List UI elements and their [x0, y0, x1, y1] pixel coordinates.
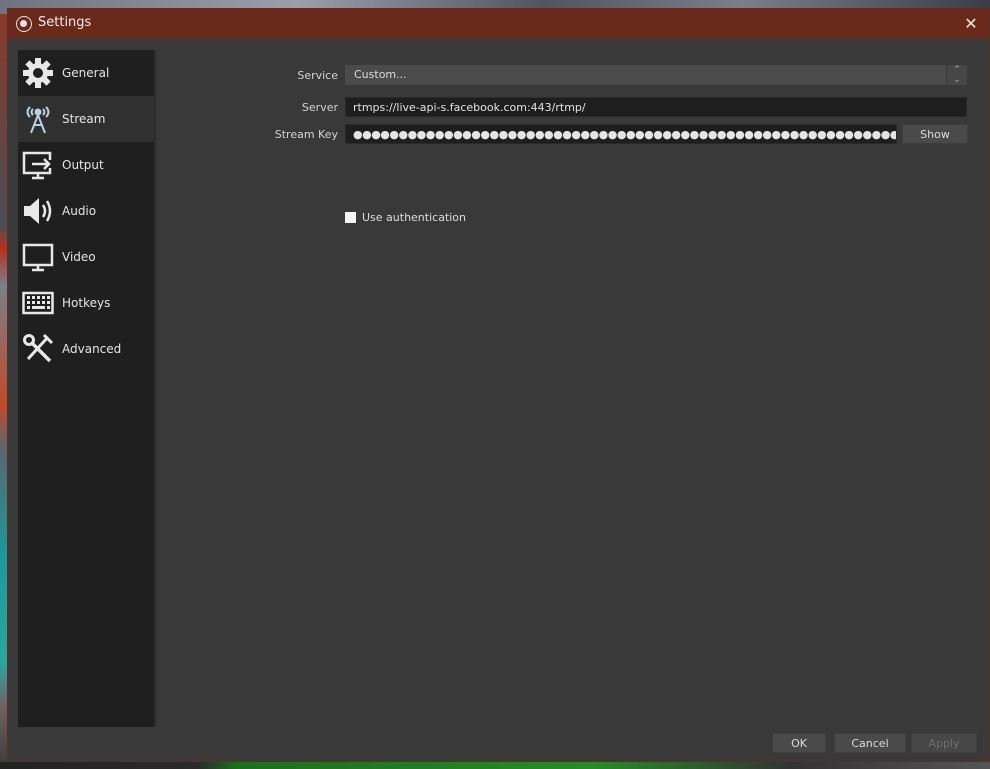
service-label: Service	[297, 69, 338, 82]
close-button[interactable]: ✕	[959, 12, 983, 36]
sidebar-item-label: Stream	[62, 112, 106, 126]
sidebar-item-general[interactable]: General	[18, 50, 154, 96]
monitor-icon	[21, 240, 55, 274]
use-authentication-checkbox[interactable]	[345, 212, 356, 223]
show-key-button[interactable]: Show	[902, 124, 968, 144]
service-value: Custom...	[354, 68, 407, 81]
use-authentication-label: Use authentication	[362, 211, 467, 224]
sidebar-item-video[interactable]: Video	[18, 234, 154, 280]
output-monitor-icon	[21, 148, 55, 182]
taskbar-strip	[0, 762, 990, 769]
updown-chevron-icon[interactable]: ⌃ ⌄	[946, 65, 967, 85]
desktop-background-left	[0, 14, 7, 769]
sidebar-item-output[interactable]: Output	[18, 142, 154, 188]
speaker-icon	[21, 194, 55, 228]
ok-button[interactable]: OK	[772, 733, 826, 753]
stream-key-label: Stream Key	[274, 128, 338, 141]
sidebar-item-label: Audio	[62, 204, 97, 218]
sidebar-item-label: Advanced	[62, 342, 122, 356]
title-bar: Settings ✕	[8, 9, 989, 39]
cancel-button[interactable]: Cancel	[834, 733, 906, 753]
sidebar-item-label: Hotkeys	[62, 296, 111, 310]
stream-key-input[interactable]: ●●●●●●●●●●●●●●●●●●●●●●●●●●●●●●●●●●●●●●●●…	[345, 124, 897, 144]
sidebar-item-stream[interactable]: Stream	[18, 96, 154, 142]
apply-button[interactable]: Apply	[911, 733, 977, 753]
gear-icon	[21, 56, 55, 90]
server-label: Server	[301, 101, 338, 114]
sidebar-item-label: Video	[62, 250, 96, 264]
window-title: Settings	[38, 15, 92, 30]
wrench-screwdriver-icon	[21, 332, 55, 366]
sidebar-item-label: General	[62, 66, 110, 80]
use-authentication-option[interactable]: Use authentication	[345, 211, 466, 224]
keyboard-icon	[21, 286, 55, 320]
sidebar-item-advanced[interactable]: Advanced	[18, 326, 154, 372]
sidebar-item-label: Output	[62, 158, 104, 172]
settings-dialog: Settings ✕ General Stream Output Audio V…	[7, 8, 990, 762]
sidebar-item-audio[interactable]: Audio	[18, 188, 154, 234]
server-input[interactable]: rtmps://live-api-s.facebook.com:443/rtmp…	[345, 97, 967, 117]
service-select[interactable]: Custom... ⌃ ⌄	[345, 65, 967, 85]
broadcast-tower-icon	[21, 102, 55, 136]
settings-sidebar: General Stream Output Audio Video Hotkey…	[18, 50, 156, 727]
obs-logo-icon	[16, 16, 32, 32]
sidebar-item-hotkeys[interactable]: Hotkeys	[18, 280, 154, 326]
